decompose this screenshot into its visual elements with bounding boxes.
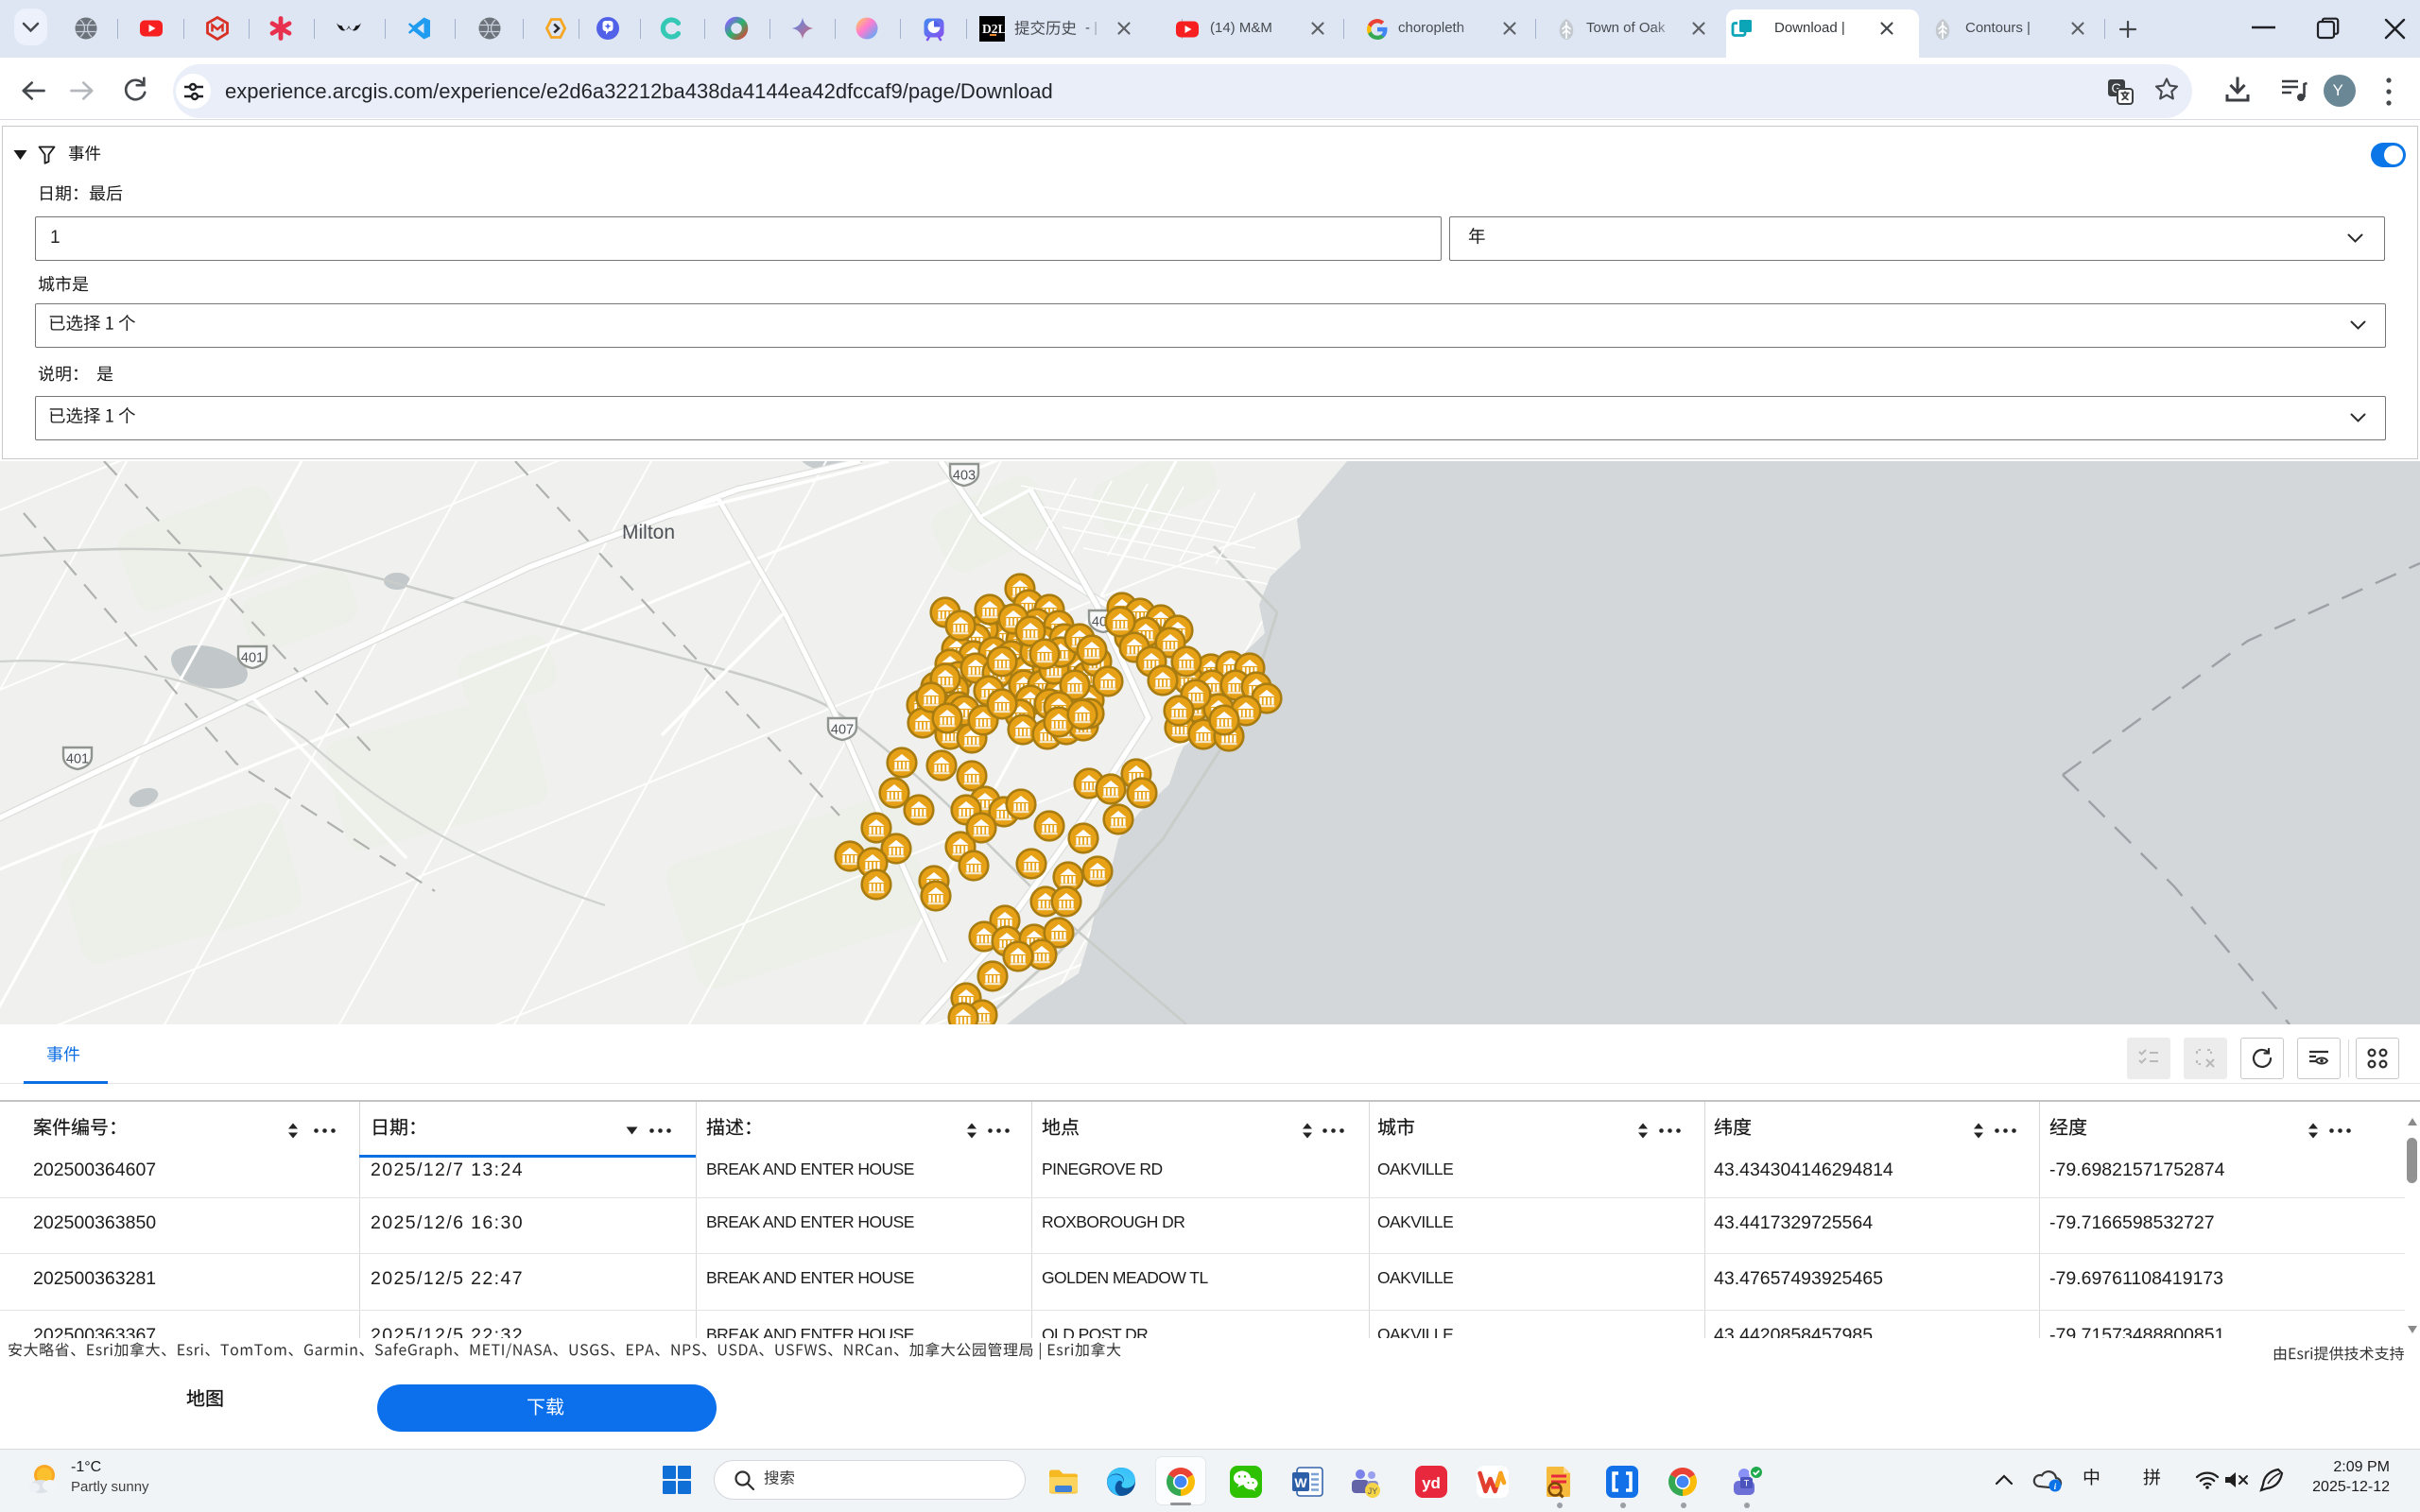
svg-text:T: T (1744, 1479, 1750, 1488)
svg-text:401: 401 (241, 651, 264, 666)
svg-text:401: 401 (66, 752, 89, 767)
svg-text:W: W (1294, 1475, 1307, 1490)
svg-text:JY: JY (1368, 1486, 1378, 1496)
svg-text:yd: yd (1422, 1474, 1441, 1492)
svg-text:403: 403 (953, 469, 976, 484)
svg-text:Milton: Milton (622, 522, 675, 543)
svg-text:407: 407 (831, 723, 854, 738)
